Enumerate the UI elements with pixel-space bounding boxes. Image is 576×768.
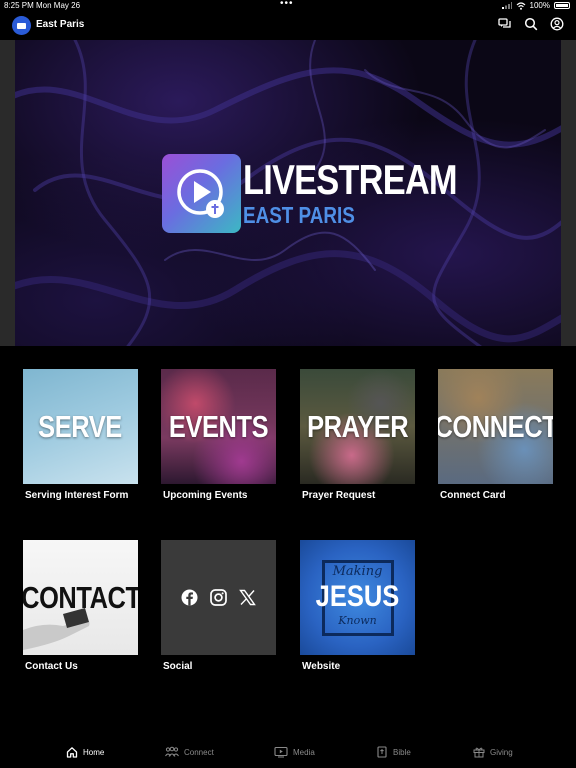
connect-tile[interactable]: CONNECT Connect Card [438,369,553,501]
tab-connect-label: Connect [184,747,214,757]
contact-label: Contact Us [25,661,78,672]
signal-icon [501,2,512,9]
social-tile[interactable]: Social [161,540,276,672]
church-name: East Paris [36,19,85,30]
events-word: EVENTS [168,408,269,444]
status-time: 8:25 PM [4,1,34,10]
hero-banner: LIVESTREAM EAST PARIS [0,40,576,346]
connect-image: CONNECT [438,369,553,484]
social-label: Social [163,661,193,672]
serve-word: SERVE [38,408,123,444]
contact-word: CONTACT [23,579,138,615]
connect-label: Connect Card [440,490,506,501]
search-icon[interactable] [524,17,538,31]
events-tile[interactable]: EVENTS Upcoming Events [161,369,276,501]
website-tile[interactable]: Making JESUS Known Website [300,540,415,672]
top-actions [498,17,564,31]
website-jesus: JESUS [315,580,400,613]
status-date: Mon May 26 [36,1,81,10]
battery-percent: 100% [529,1,550,10]
livestream-subtitle: EAST PARIS [243,202,355,228]
prayer-label: Prayer Request [302,490,376,501]
website-known: Known [338,614,377,627]
events-label: Upcoming Events [163,490,248,501]
connect-word: CONNECT [438,408,553,444]
tab-bible[interactable]: Bible [376,746,411,758]
livestream-title: LIVESTREAM [243,156,458,203]
play-screen-icon [274,746,288,758]
account-icon[interactable] [550,17,564,31]
website-making: Making [332,564,383,579]
tab-media-label: Media [293,747,315,757]
wifi-icon [516,1,525,10]
prayer-tile[interactable]: PRAYER Prayer Request [300,369,415,501]
livestream-banner[interactable]: LIVESTREAM EAST PARIS [15,40,561,346]
instagram-icon [210,589,227,606]
serve-image: SERVE [23,369,138,484]
battery-icon [554,2,570,9]
tab-giving[interactable]: Giving [473,746,513,758]
tab-giving-label: Giving [490,747,513,757]
contact-tile[interactable]: CONTACT Contact Us [23,540,138,672]
tab-connect[interactable]: Connect [165,746,214,758]
status-right: 100% [501,1,570,10]
chat-icon[interactable] [498,17,512,31]
prayer-word: PRAYER [306,408,409,444]
people-icon [165,746,179,757]
home-icon [66,747,78,758]
livestream-logo [162,154,241,233]
serve-tile[interactable]: SERVE Serving Interest Form [23,369,138,501]
facebook-icon [181,589,198,606]
x-icon [239,589,256,606]
tab-media[interactable]: Media [274,746,315,758]
tab-home-label: Home [83,747,105,757]
multitasking-dots[interactable]: ••• [280,0,294,9]
tab-bible-label: Bible [393,747,411,757]
gift-icon [473,747,485,758]
top-bar: East Paris [0,12,576,40]
bible-icon [377,746,387,758]
prayer-image: PRAYER [300,369,415,484]
website-image: Making JESUS Known [300,540,415,655]
tab-bar: Home Connect Media Bible Giving [0,742,576,768]
serve-label: Serving Interest Form [25,490,129,501]
website-label: Website [302,661,341,672]
events-image: EVENTS [161,369,276,484]
church-logo[interactable] [12,16,31,35]
status-bar: 8:25 PM Mon May 26 ••• 100% [0,0,576,12]
tab-home[interactable]: Home [66,746,104,758]
social-image [161,540,276,655]
contact-image: CONTACT [23,540,138,655]
